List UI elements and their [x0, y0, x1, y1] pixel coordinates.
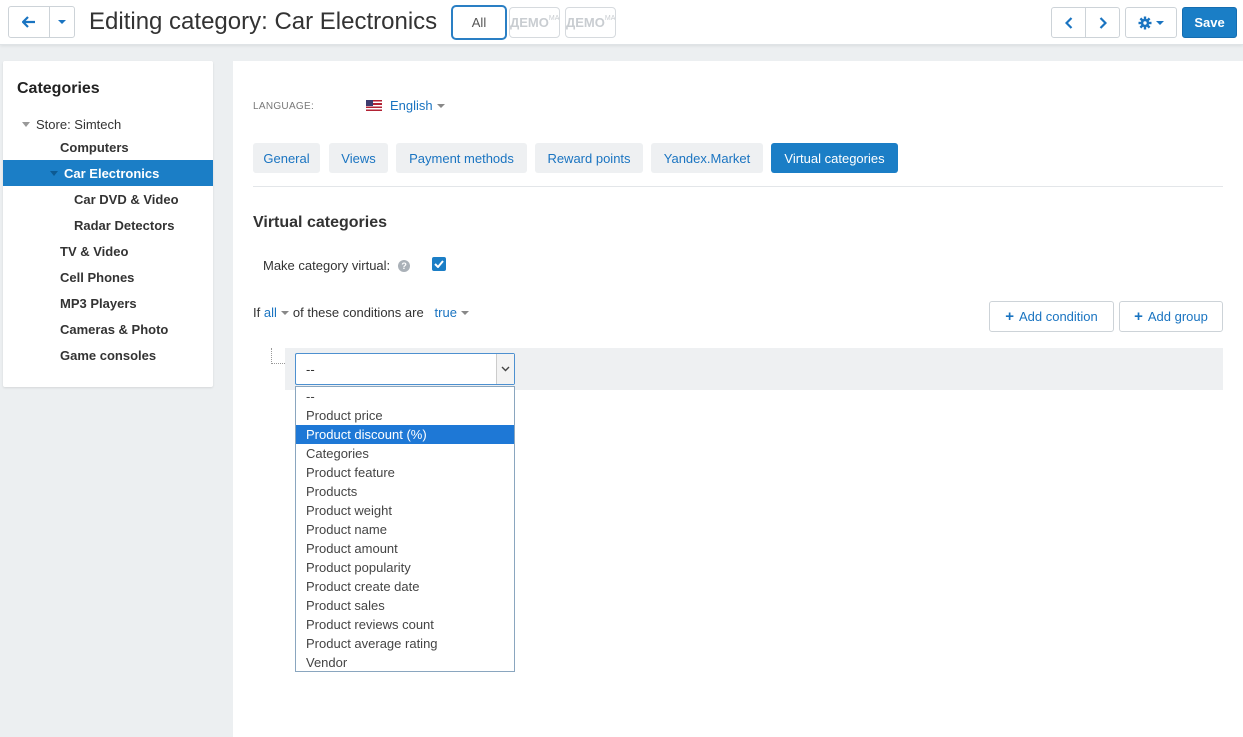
sidebar-item-label: Store: Simtech: [36, 116, 122, 132]
dropdown-option[interactable]: Product amount: [296, 539, 514, 558]
select-value: --: [306, 361, 315, 377]
caret-down-icon: [58, 20, 66, 24]
caret-down-icon: [460, 310, 469, 315]
add-condition-button[interactable]: + Add condition: [989, 301, 1114, 332]
sidebar-item-label: Computers: [60, 139, 129, 155]
checkmark-icon: [434, 260, 444, 268]
store-demo-button-1[interactable]: ДЕМО МА: [509, 7, 560, 38]
store-all-button[interactable]: All: [451, 5, 507, 40]
sidebar-item-mp3-players[interactable]: MP3 Players: [3, 290, 213, 316]
caret-down-icon: [280, 310, 289, 315]
top-toolbar: Editing category: Car Electronics All ДЕ…: [0, 0, 1243, 45]
dropdown-option[interactable]: --: [296, 387, 514, 406]
dropdown-option-highlighted[interactable]: Product discount (%): [296, 425, 514, 444]
cond-all-select[interactable]: all: [264, 305, 277, 320]
next-category-button[interactable]: [1085, 7, 1120, 38]
tree-connector: [271, 348, 285, 364]
sidebar-item-label: Car DVD & Video: [74, 191, 179, 207]
caret-down-icon: [436, 103, 445, 108]
sidebar-item-tv-video[interactable]: TV & Video: [3, 238, 213, 264]
back-dropdown-button[interactable]: [49, 6, 75, 38]
categories-sidebar: Categories Store: Simtech Computers Car …: [3, 61, 213, 387]
previous-category-button[interactable]: [1051, 7, 1086, 38]
us-flag-icon: [366, 100, 382, 111]
tab-reward-points[interactable]: Reward points: [535, 143, 643, 173]
dropdown-option[interactable]: Product popularity: [296, 558, 514, 577]
language-value: English: [390, 98, 433, 113]
add-group-button[interactable]: + Add group: [1119, 301, 1223, 332]
tab-views[interactable]: Views: [329, 143, 388, 173]
cond-if-text: If: [253, 305, 261, 320]
store-demo-sup: МА: [604, 15, 616, 22]
save-button[interactable]: Save: [1182, 7, 1237, 38]
sidebar-item-game-consoles[interactable]: Game consoles: [3, 342, 213, 368]
sidebar-item-radar-detectors[interactable]: Radar Detectors: [3, 212, 213, 238]
sidebar-item-car-dvd-video[interactable]: Car DVD & Video: [3, 186, 213, 212]
sidebar-item-label: Game consoles: [60, 347, 157, 363]
sidebar-item-cell-phones[interactable]: Cell Phones: [3, 264, 213, 290]
dropdown-option[interactable]: Categories: [296, 444, 514, 463]
cond-middle-text: of these conditions are: [292, 305, 424, 320]
expand-triangle-icon: [22, 121, 30, 127]
sidebar-item-label: Radar Detectors: [74, 217, 175, 233]
language-selector[interactable]: English: [366, 98, 445, 113]
help-icon[interactable]: ?: [398, 259, 411, 272]
tab-virtual-categories[interactable]: Virtual categories: [771, 143, 898, 173]
dropdown-option[interactable]: Product average rating: [296, 634, 514, 653]
sidebar-item-label: MP3 Players: [60, 295, 137, 311]
condition-type-dropdown: -- Product price Product discount (%) Ca…: [295, 386, 515, 672]
make-virtual-label: Make category virtual:: [263, 258, 391, 273]
condition-type-select[interactable]: --: [295, 353, 515, 385]
sidebar-item-cameras-photo[interactable]: Cameras & Photo: [3, 316, 213, 342]
caret-down-icon: [1156, 20, 1164, 25]
dropdown-option[interactable]: Product reviews count: [296, 615, 514, 634]
dropdown-option[interactable]: Vendor: [296, 653, 514, 672]
sidebar-item-label: TV & Video: [60, 243, 129, 259]
plus-icon: +: [1134, 308, 1143, 325]
plus-icon: +: [1005, 308, 1014, 325]
tabs-divider: [253, 186, 1223, 187]
store-demo-label: ДЕМО: [566, 15, 605, 30]
tab-general[interactable]: General: [253, 143, 320, 173]
arrow-left-icon: [22, 16, 35, 28]
back-button[interactable]: [8, 6, 50, 38]
chevron-right-icon: [1099, 16, 1107, 29]
tab-payment-methods[interactable]: Payment methods: [396, 143, 527, 173]
make-virtual-checkbox[interactable]: [432, 257, 446, 271]
add-group-label: Add group: [1147, 309, 1208, 324]
store-demo-label: ДЕМО: [510, 15, 549, 30]
sidebar-item-label: Car Electronics: [64, 165, 160, 181]
language-label: LANGUAGE:: [253, 101, 315, 112]
dropdown-option[interactable]: Product sales: [296, 596, 514, 615]
store-demo-button-2[interactable]: ДЕМО МА: [565, 7, 616, 38]
sidebar-title: Categories: [17, 80, 100, 97]
conditions-statement: If all of these conditions are true: [253, 305, 469, 320]
chevron-left-icon: [1064, 16, 1072, 29]
dropdown-option[interactable]: Product weight: [296, 501, 514, 520]
expand-triangle-icon: [50, 170, 58, 176]
sidebar-item-label: Cameras & Photo: [60, 321, 169, 337]
dropdown-option[interactable]: Product name: [296, 520, 514, 539]
main-content: LANGUAGE: English General Views Payment …: [233, 61, 1243, 737]
tab-yandex-market[interactable]: Yandex.Market: [651, 143, 763, 173]
chevron-down-icon: [496, 354, 514, 384]
gear-icon: [1138, 16, 1152, 29]
dropdown-option[interactable]: Product price: [296, 406, 514, 425]
dropdown-option[interactable]: Product feature: [296, 463, 514, 482]
add-condition-label: Add condition: [1018, 309, 1098, 324]
section-title: Virtual categories: [253, 214, 387, 231]
cond-true-select[interactable]: true: [435, 305, 457, 320]
dropdown-option[interactable]: Product create date: [296, 577, 514, 596]
sidebar-item-car-electronics[interactable]: Car Electronics: [3, 160, 213, 186]
store-demo-sup: МА: [548, 15, 560, 22]
dropdown-option[interactable]: Products: [296, 482, 514, 501]
sidebar-item-computers[interactable]: Computers: [3, 134, 213, 160]
page-title: Editing category: Car Electronics: [89, 8, 438, 35]
make-virtual-field: Make category virtual: ?: [263, 258, 411, 273]
settings-menu-button[interactable]: [1125, 7, 1177, 38]
sidebar-item-label: Cell Phones: [60, 269, 135, 285]
